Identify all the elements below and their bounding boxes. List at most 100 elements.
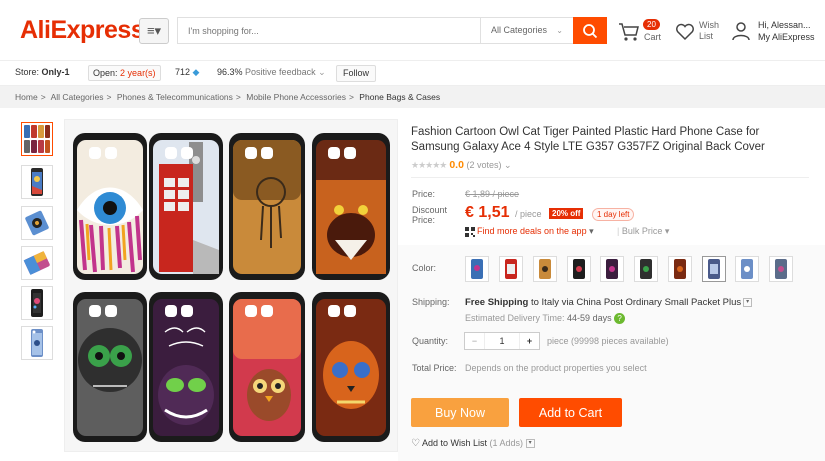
cart-count-badge: 20 — [643, 19, 660, 30]
account-greeting: Hi, Alessan... — [758, 20, 811, 30]
breadcrumb-sep: > — [106, 92, 112, 102]
product-title: Fashion Cartoon Owl Cat Tiger Painted Pl… — [411, 126, 765, 153]
hamburger-icon: ≡▾ — [146, 23, 162, 38]
color-swatch-7[interactable] — [668, 256, 692, 282]
product-info: Fashion Cartoon Owl Cat Tiger Painted Pl… — [398, 108, 825, 461]
color-swatch-1[interactable] — [465, 256, 489, 282]
chevron-down-icon[interactable]: ▾ — [743, 297, 753, 307]
shipping-method[interactable]: Free Shipping to Italy via China Post Or… — [465, 297, 753, 308]
color-swatch-4[interactable] — [567, 256, 591, 282]
follow-button[interactable]: Follow — [336, 65, 377, 82]
cart-icon — [619, 23, 639, 41]
wish-label-1: Wish — [699, 20, 719, 30]
cart-label: Cart — [644, 32, 662, 42]
thumbnail-4[interactable] — [21, 246, 53, 280]
thumbnail-3[interactable] — [21, 206, 53, 240]
color-swatch-2[interactable] — [499, 256, 523, 282]
add-to-cart-button[interactable]: Add to Cart — [519, 398, 622, 427]
chevron-down-icon[interactable]: ▾ — [525, 439, 535, 449]
chevron-down-icon: ⌄ — [556, 26, 563, 35]
search-input[interactable] — [178, 18, 480, 43]
phone-cases-illustration — [65, 120, 397, 451]
store-open-badge: Open: 2 year(s) — [88, 65, 161, 81]
color-label: Color: — [412, 263, 437, 273]
case-owl-red — [229, 292, 305, 442]
store-bar: Store: Only-1 Open: 2 year(s) 712 ◆ 96.3… — [0, 60, 825, 86]
breadcrumb-current[interactable]: Phone Bags & Cases — [359, 92, 440, 102]
store-score[interactable]: 712 ◆ — [175, 67, 199, 78]
search-button[interactable] — [573, 17, 607, 44]
app-deals-link[interactable]: Find more deals on the app ▾ — [465, 226, 594, 237]
search-bar: All Categories⌄ — [177, 17, 607, 44]
user-icon — [732, 22, 750, 41]
thumbnail-2[interactable] — [21, 165, 53, 199]
buy-now-button[interactable]: Buy Now — [411, 398, 509, 427]
quantity-stepper: − 1 + — [464, 332, 540, 350]
qr-code-icon — [465, 226, 475, 237]
color-swatch-10[interactable] — [769, 256, 793, 282]
case-dreamcatcher — [229, 133, 305, 280]
breadcrumb-phones[interactable]: Phones & Telecommunications — [117, 92, 233, 102]
wish-label-2: List — [699, 31, 714, 41]
store-name[interactable]: Store: Only-1 — [15, 67, 70, 77]
discount-badge: 20% off — [549, 208, 584, 219]
breadcrumb-sep: > — [40, 92, 46, 102]
site-header: AliExpress® ≡▾ All Categories⌄ 20 Cart W… — [0, 0, 825, 60]
chevron-down-icon: ⌄ — [504, 160, 512, 170]
breadcrumb-sep: > — [235, 92, 241, 102]
color-swatch-5[interactable] — [600, 256, 624, 282]
color-swatch-6[interactable] — [634, 256, 658, 282]
cart-link[interactable]: 20 Cart — [618, 19, 668, 44]
diamond-icon: ◆ — [192, 67, 200, 77]
color-swatch-9[interactable] — [735, 256, 759, 282]
aliexpress-logo[interactable]: AliExpress® — [20, 16, 149, 45]
category-menu-button[interactable]: ≡▾ — [139, 18, 169, 44]
discount-price: € 1,51 — [465, 204, 510, 221]
breadcrumb: Home > All Categories > Phones & Telecommu… — [0, 86, 825, 108]
help-icon[interactable]: ? — [614, 313, 626, 325]
positive-feedback[interactable]: 96.3% Positive feedback ⌄ — [217, 67, 326, 78]
divider — [411, 177, 809, 178]
estimated-delivery: Estimated Delivery Time: 44-59 days ? — [465, 313, 626, 325]
quantity-increase-button[interactable]: + — [519, 333, 539, 349]
wish-list-link[interactable]: Wish List — [675, 20, 725, 44]
add-to-wish-list[interactable]: ♡ Add to Wish List (1 Adds) ▾ — [411, 438, 535, 449]
price-label: Price: — [412, 189, 436, 199]
original-price: € 1,89 / piece — [465, 189, 520, 199]
my-aliexpress-label: My AliExpress — [758, 32, 815, 42]
chevron-down-icon: ⌄ — [318, 67, 326, 77]
breadcrumb-accessories[interactable]: Mobile Phone Accessories — [246, 92, 346, 102]
thumbnail-6[interactable] — [21, 326, 53, 360]
caret-down-icon: ▾ — [664, 226, 670, 236]
product-rating[interactable]: ★★★★★ 0.0 (2 votes) ⌄ — [411, 159, 512, 171]
shipping-label: Shipping: — [412, 297, 450, 307]
quantity-input[interactable]: 1 — [485, 333, 519, 349]
search-icon — [583, 23, 598, 38]
case-london-phone-booth — [149, 133, 223, 280]
case-cheshire-cat — [149, 292, 223, 442]
breadcrumb-sep: > — [348, 92, 354, 102]
category-select[interactable]: All Categories ⌄ — [480, 18, 573, 43]
thumbnail-1[interactable] — [21, 122, 53, 156]
thumbnail-5[interactable] — [21, 286, 53, 320]
breadcrumb-home[interactable]: Home — [15, 92, 38, 102]
total-price-value: Depends on the product properties you se… — [465, 363, 647, 373]
discount-price-label: Discount Price: — [412, 205, 448, 225]
case-sugar-skull — [312, 292, 390, 442]
per-piece: / piece — [515, 209, 542, 219]
caret-down-icon: ▾ — [589, 226, 594, 236]
quantity-decrease-button[interactable]: − — [465, 333, 485, 349]
main-product-image[interactable] — [64, 119, 398, 452]
case-tiger — [312, 133, 390, 280]
heart-icon — [676, 23, 694, 41]
color-swatch-3[interactable] — [533, 256, 557, 282]
breadcrumb-all-categories[interactable]: All Categories — [51, 92, 104, 102]
quantity-available: piece (99998 pieces available) — [547, 336, 669, 346]
case-eye-watercolor — [73, 133, 147, 280]
case-owl-mandala — [73, 292, 147, 442]
heart-icon: ♡ — [411, 438, 420, 449]
quantity-label: Quantity: — [412, 336, 449, 346]
bulk-price-dropdown[interactable]: | Bulk Price ▾ — [617, 226, 669, 237]
color-swatch-8[interactable] — [702, 256, 726, 282]
account-link[interactable]: Hi, Alessan... My AliExpress — [731, 19, 825, 45]
